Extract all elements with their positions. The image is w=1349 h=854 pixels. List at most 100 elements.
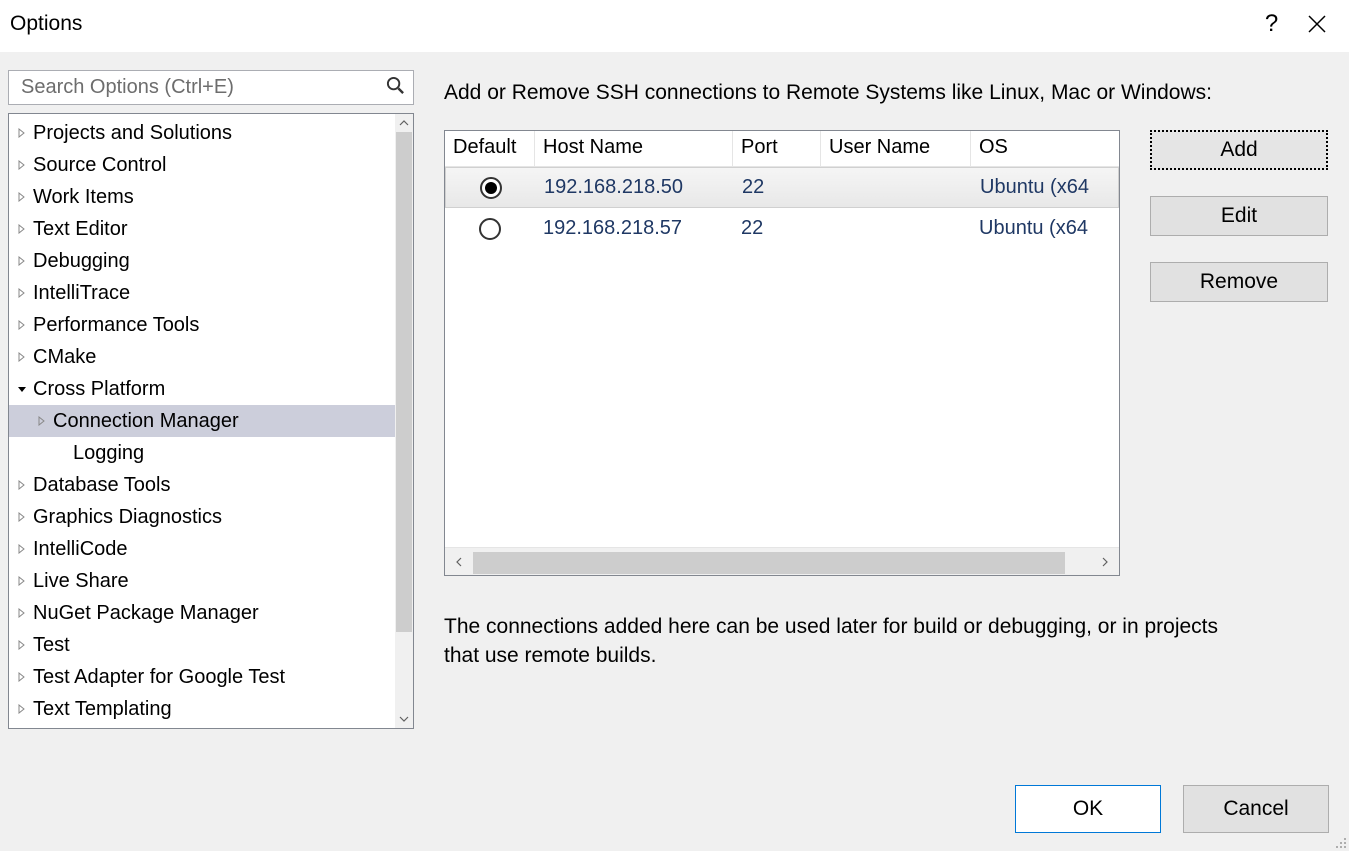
tree-item[interactable]: Database Tools bbox=[9, 469, 395, 501]
column-port[interactable]: Port bbox=[733, 131, 821, 166]
cancel-button[interactable]: Cancel bbox=[1183, 785, 1329, 833]
column-os[interactable]: OS bbox=[971, 131, 1119, 166]
chevron-right-icon bbox=[17, 320, 27, 330]
tree-item[interactable]: Performance Tools bbox=[9, 309, 395, 341]
tree-item-label: Connection Manager bbox=[53, 410, 239, 433]
hscroll-thumb[interactable] bbox=[473, 552, 1065, 574]
tree-item-label: Test Adapter for Google Test bbox=[33, 666, 285, 689]
tree-item-label: Test bbox=[33, 634, 70, 657]
connections-table: Default Host Name Port User Name OS 192.… bbox=[444, 130, 1120, 576]
panel-description: Add or Remove SSH connections to Remote … bbox=[444, 80, 1329, 106]
chevron-right-icon bbox=[17, 576, 27, 586]
resize-grip-icon[interactable] bbox=[1333, 835, 1347, 849]
table-body: 192.168.218.5022Ubuntu (x64192.168.218.5… bbox=[445, 167, 1119, 547]
cell-port: 22 bbox=[734, 176, 822, 199]
table-row[interactable]: 192.168.218.5722 Ubuntu (x64 bbox=[445, 208, 1119, 249]
tree-item[interactable]: Text Templating bbox=[9, 693, 395, 725]
cell-host: 192.168.218.57 bbox=[535, 217, 733, 240]
tree-item[interactable]: Cross Platform bbox=[9, 373, 395, 405]
cell-port: 22 bbox=[733, 217, 821, 240]
tree-item[interactable]: Connection Manager bbox=[9, 405, 395, 437]
chevron-right-icon bbox=[17, 672, 27, 682]
scroll-left-icon[interactable] bbox=[445, 548, 473, 576]
chevron-right-icon bbox=[17, 640, 27, 650]
tree-item-label: Debugging bbox=[33, 250, 130, 273]
search-input[interactable] bbox=[19, 75, 386, 100]
scroll-down-icon[interactable] bbox=[395, 710, 413, 728]
tree-item-label: Projects and Solutions bbox=[33, 122, 232, 145]
help-button[interactable]: ? bbox=[1249, 6, 1294, 42]
close-button[interactable] bbox=[1294, 6, 1339, 42]
tree-item-label: IntelliTrace bbox=[33, 282, 130, 305]
column-host[interactable]: Host Name bbox=[535, 131, 733, 166]
default-radio[interactable] bbox=[479, 218, 501, 240]
tree-item-label: Logging bbox=[73, 442, 144, 465]
tree-item-label: Text Editor bbox=[33, 218, 127, 241]
tree-item[interactable]: Test bbox=[9, 629, 395, 661]
horizontal-scrollbar[interactable] bbox=[445, 547, 1119, 575]
tree-item-label: NuGet Package Manager bbox=[33, 602, 259, 625]
search-icon bbox=[386, 76, 405, 100]
tree-item[interactable]: Debugging bbox=[9, 245, 395, 277]
scroll-right-icon[interactable] bbox=[1091, 548, 1119, 576]
tree-item[interactable]: Text Editor bbox=[9, 213, 395, 245]
main-panel: Add or Remove SSH connections to Remote … bbox=[444, 80, 1329, 670]
chevron-right-icon bbox=[17, 704, 27, 714]
tree-item[interactable]: Logging bbox=[9, 437, 395, 469]
tree-item[interactable]: Projects and Solutions bbox=[9, 117, 395, 149]
scroll-thumb[interactable] bbox=[396, 132, 412, 632]
tree-item[interactable]: Source Control bbox=[9, 149, 395, 181]
tree-item-label: Performance Tools bbox=[33, 314, 199, 337]
chevron-right-icon bbox=[17, 224, 27, 234]
panel-footnote: The connections added here can be used l… bbox=[444, 613, 1254, 670]
tree-item-label: Graphics Diagnostics bbox=[33, 506, 222, 529]
dialog-content: Projects and Solutions Source Control Work… bbox=[0, 52, 1349, 851]
tree-item-label: CMake bbox=[33, 346, 96, 369]
edit-button[interactable]: Edit bbox=[1150, 196, 1328, 236]
tree-item[interactable]: Live Share bbox=[9, 565, 395, 597]
chevron-right-icon bbox=[17, 480, 27, 490]
tree-item[interactable]: Graphics Diagnostics bbox=[9, 501, 395, 533]
sidebar: Projects and Solutions Source Control Work… bbox=[8, 70, 414, 780]
cell-default[interactable] bbox=[445, 218, 535, 240]
scroll-up-icon[interactable] bbox=[395, 114, 413, 132]
chevron-right-icon bbox=[17, 544, 27, 554]
cell-os: Ubuntu (x64 bbox=[972, 176, 1118, 199]
dialog-footer: OK Cancel bbox=[1015, 785, 1329, 833]
window-title: Options bbox=[10, 12, 1249, 36]
table-row[interactable]: 192.168.218.5022Ubuntu (x64 bbox=[445, 167, 1119, 208]
chevron-right-icon bbox=[17, 352, 27, 362]
close-icon bbox=[1308, 15, 1326, 33]
tree-item[interactable]: CMake bbox=[9, 341, 395, 373]
column-default[interactable]: Default bbox=[445, 131, 535, 166]
tree-item-label: Database Tools bbox=[33, 474, 171, 497]
table-header: Default Host Name Port User Name OS bbox=[445, 131, 1119, 167]
action-buttons: Add Edit Remove bbox=[1150, 130, 1328, 576]
tree-scrollbar[interactable] bbox=[395, 114, 413, 728]
chevron-right-icon bbox=[17, 160, 27, 170]
cell-default[interactable] bbox=[446, 177, 536, 199]
add-button[interactable]: Add bbox=[1150, 130, 1328, 170]
hscroll-track[interactable] bbox=[473, 550, 1091, 574]
default-radio[interactable] bbox=[480, 177, 502, 199]
tree-item[interactable]: IntelliTrace bbox=[9, 277, 395, 309]
remove-button[interactable]: Remove bbox=[1150, 262, 1328, 302]
chevron-right-icon bbox=[17, 192, 27, 202]
cell-os: Ubuntu (x64 bbox=[971, 217, 1119, 240]
search-box[interactable] bbox=[8, 70, 414, 105]
tree-item[interactable]: Work Items bbox=[9, 181, 395, 213]
tree-item-label: IntelliCode bbox=[33, 538, 128, 561]
tree-item-label: Live Share bbox=[33, 570, 129, 593]
column-user[interactable]: User Name bbox=[821, 131, 971, 166]
tree-container: Projects and Solutions Source Control Work… bbox=[8, 113, 414, 729]
tree-item[interactable]: Test Adapter for Google Test bbox=[9, 661, 395, 693]
connections-section: Default Host Name Port User Name OS 192.… bbox=[444, 130, 1329, 576]
tree-item-label: Work Items bbox=[33, 186, 134, 209]
chevron-right-icon bbox=[17, 608, 27, 618]
tree-item[interactable]: NuGet Package Manager bbox=[9, 597, 395, 629]
options-tree: Projects and Solutions Source Control Work… bbox=[9, 114, 395, 728]
tree-item-label: Source Control bbox=[33, 154, 166, 177]
ok-button[interactable]: OK bbox=[1015, 785, 1161, 833]
tree-item[interactable]: IntelliCode bbox=[9, 533, 395, 565]
chevron-down-icon bbox=[17, 384, 27, 394]
